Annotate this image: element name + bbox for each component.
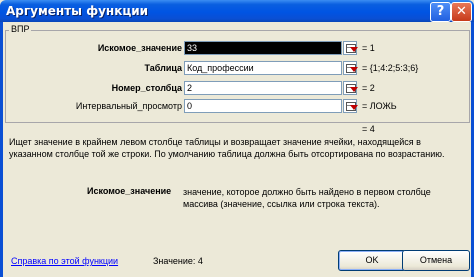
- collapse-dialog-button-col-index[interactable]: [343, 81, 358, 95]
- arrow-icon: [350, 87, 358, 92]
- cancel-button[interactable]: Отмена: [402, 250, 470, 271]
- function-description: Ищет значение в крайнем левом столбце та…: [9, 137, 445, 159]
- collapse-dialog-button-table[interactable]: [343, 61, 358, 75]
- current-arg-name: Искомое_значение: [87, 186, 172, 196]
- arg-input-lookup-value[interactable]: 33: [184, 41, 342, 55]
- arg-input-range-lookup[interactable]: 0: [184, 99, 342, 113]
- arg-result-range-lookup: = ЛОЖЬ: [362, 101, 397, 111]
- arrow-icon: [350, 105, 358, 110]
- formula-result: = 4: [362, 124, 375, 134]
- dialog-title: Аргументы функции: [6, 4, 149, 18]
- help-icon[interactable]: ?: [430, 2, 451, 22]
- help-on-function-link[interactable]: Справка по этой функции: [11, 256, 118, 266]
- arg-result-lookup-value: = 1: [362, 43, 375, 53]
- function-arguments-dialog: Аргументы функции ? ✕ ВПР Искомое_значен…: [0, 0, 474, 277]
- function-name-label: ВПР: [9, 24, 32, 34]
- ok-button[interactable]: OK: [338, 250, 406, 271]
- arg-result-col-index: = 2: [362, 83, 375, 93]
- arrow-icon: [350, 67, 358, 72]
- arg-result-table: = {1;4:2;5:3;6}: [362, 63, 419, 73]
- arg-label-lookup-value: Искомое_значение: [97, 43, 182, 53]
- arg-label-table: Таблица: [144, 63, 182, 73]
- formula-value-label: Значение: 4: [153, 256, 203, 266]
- close-icon[interactable]: ✕: [451, 2, 472, 22]
- arg-input-table[interactable]: Код_профессии: [184, 61, 342, 75]
- title-bar[interactable]: Аргументы функции ? ✕: [0, 0, 474, 22]
- arg-label-col-index: Номер_столбца: [111, 83, 182, 93]
- current-arg-description: значение, которое должно быть найдено в …: [183, 187, 431, 209]
- collapse-dialog-button-lookup-value[interactable]: [343, 41, 358, 55]
- collapse-dialog-button-range-lookup[interactable]: [343, 99, 358, 113]
- arg-label-range-lookup: Интервальный_просмотр: [75, 101, 182, 111]
- window-frame-left: [0, 22, 3, 277]
- arg-input-col-index[interactable]: 2: [184, 81, 342, 95]
- arrow-icon: [350, 47, 358, 52]
